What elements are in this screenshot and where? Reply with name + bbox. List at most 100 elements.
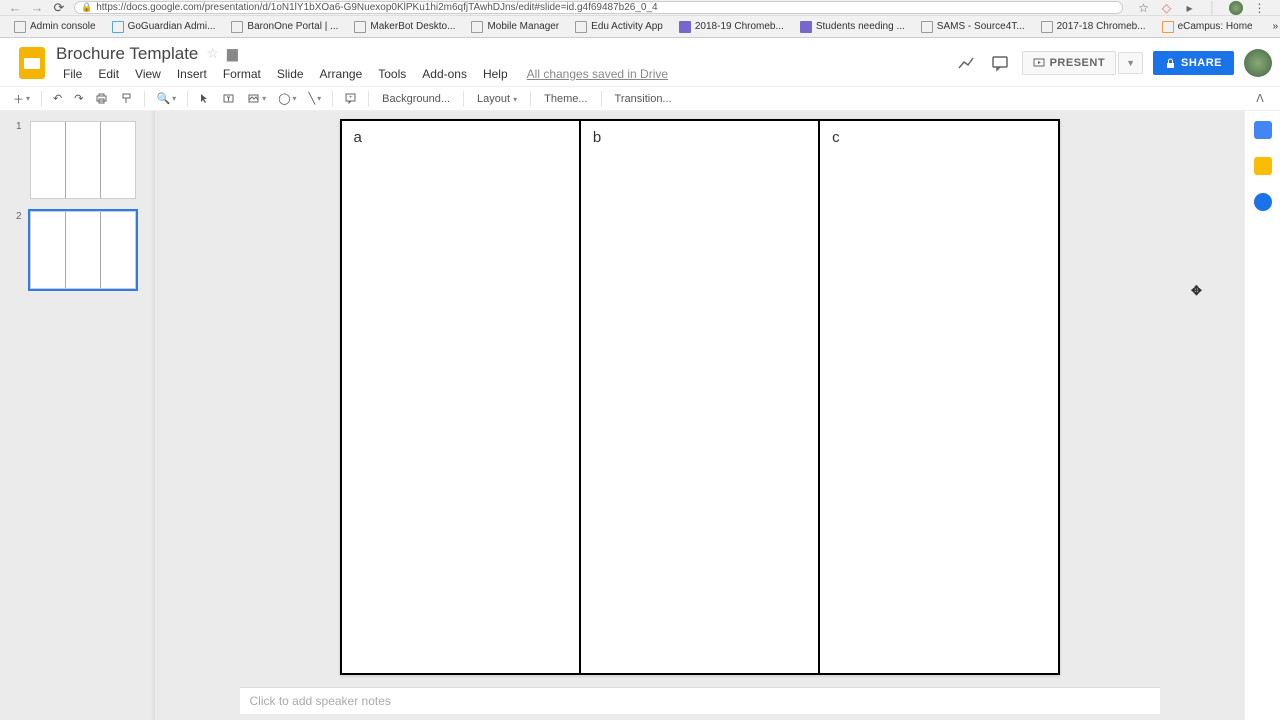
- bookmark-item[interactable]: Mobile Manager: [465, 21, 565, 33]
- page-icon: [1162, 21, 1174, 33]
- star-icon[interactable]: ☆: [1137, 1, 1150, 14]
- slide-thumbnail-2[interactable]: [30, 211, 136, 289]
- toolbar: ＋▾ ↶ ↷ 🔍▾ ▾ ◯▾ ╲▾ + Background... Layout…: [0, 87, 1280, 111]
- menu-insert[interactable]: Insert: [170, 65, 214, 83]
- tasks-icon[interactable]: [1254, 193, 1272, 211]
- present-button[interactable]: PRESENT: [1022, 51, 1116, 75]
- select-tool[interactable]: [194, 90, 215, 107]
- slide-thumbnail-1[interactable]: [30, 121, 136, 199]
- lock-icon: [1165, 58, 1176, 69]
- doc-title[interactable]: Brochure Template: [56, 44, 198, 64]
- play-icon: [1033, 57, 1045, 69]
- slide-column-2[interactable]: b: [581, 121, 820, 673]
- move-cursor-icon: ✥: [1191, 283, 1202, 299]
- chevron-down-icon: ▾: [26, 94, 30, 103]
- undo-button[interactable]: ↶: [48, 89, 67, 108]
- extension-icon-2[interactable]: ▸: [1183, 1, 1196, 14]
- save-status[interactable]: All changes saved in Drive: [517, 65, 678, 83]
- star-icon[interactable]: ☆: [206, 45, 219, 62]
- bookmark-item[interactable]: GoGuardian Admi...: [106, 21, 222, 33]
- folder-icon[interactable]: ▆: [227, 45, 238, 62]
- theme-button[interactable]: Theme...: [537, 90, 594, 108]
- page-icon: [14, 21, 26, 33]
- browser-menu-icon[interactable]: ⋮: [1253, 1, 1266, 14]
- bookmark-item[interactable]: SAMS - Source4T...: [915, 21, 1031, 33]
- page-icon: [354, 21, 366, 33]
- bookmark-item[interactable]: Edu Activity App: [569, 21, 669, 33]
- slide-number: 1: [16, 121, 24, 199]
- browser-avatar[interactable]: [1229, 1, 1243, 15]
- bookmark-item[interactable]: eCampus: Home: [1156, 21, 1259, 33]
- menu-view[interactable]: View: [128, 65, 168, 83]
- slide-column-1[interactable]: a: [342, 121, 581, 673]
- image-tool[interactable]: ▾: [242, 89, 271, 108]
- menu-slide[interactable]: Slide: [270, 65, 311, 83]
- background-button[interactable]: Background...: [375, 90, 457, 108]
- print-button[interactable]: [90, 89, 113, 108]
- chevron-down-icon: ▾: [317, 94, 321, 103]
- comments-icon[interactable]: [988, 51, 1012, 75]
- page-icon: [231, 21, 243, 33]
- menu-tools[interactable]: Tools: [371, 65, 413, 83]
- bookmark-item[interactable]: Students needing ...: [794, 21, 911, 33]
- calendar-icon[interactable]: [1254, 121, 1272, 139]
- page-icon: [1041, 21, 1053, 33]
- side-panel: [1244, 111, 1280, 720]
- svg-text:+: +: [349, 95, 353, 101]
- page-icon: [800, 21, 812, 33]
- page-icon: [575, 21, 587, 33]
- account-avatar[interactable]: [1244, 49, 1272, 77]
- present-dropdown[interactable]: ▼: [1118, 52, 1143, 74]
- explore-icon[interactable]: [954, 51, 978, 75]
- collapse-toolbar-button[interactable]: ᐱ: [1248, 87, 1272, 111]
- menu-format[interactable]: Format: [216, 65, 268, 83]
- chevron-down-icon: ▾: [262, 94, 266, 103]
- back-button[interactable]: ←: [8, 1, 22, 15]
- menu-help[interactable]: Help: [476, 65, 515, 83]
- slide-number: 2: [16, 211, 24, 289]
- textbox-tool[interactable]: [217, 89, 240, 108]
- speaker-notes[interactable]: Click to add speaker notes: [240, 687, 1160, 714]
- slide-canvas[interactable]: a b c: [340, 119, 1060, 675]
- filmstrip: 1 2: [0, 111, 155, 720]
- comment-tool[interactable]: +: [339, 89, 362, 108]
- extension-icon[interactable]: ◇: [1160, 1, 1173, 14]
- menu-addons[interactable]: Add-ons: [415, 65, 474, 83]
- extension-divider: │: [1206, 1, 1219, 14]
- bookmarks-bar: Admin console GoGuardian Admi... BaronOn…: [0, 16, 1280, 38]
- slides-logo[interactable]: [14, 45, 50, 81]
- canvas-area[interactable]: a b c ✥ Click to add speaker notes: [155, 111, 1244, 720]
- zoom-button[interactable]: 🔍▾: [151, 89, 181, 108]
- page-icon: [921, 21, 933, 33]
- keep-icon[interactable]: [1254, 157, 1272, 175]
- menu-edit[interactable]: Edit: [91, 65, 126, 83]
- url-bar[interactable]: 🔒 https://docs.google.com/presentation/d…: [74, 1, 1123, 14]
- chevron-down-icon: ▾: [172, 94, 176, 103]
- new-slide-button[interactable]: ＋▾: [8, 88, 35, 110]
- reload-button[interactable]: ⟳: [52, 1, 66, 15]
- share-button[interactable]: SHARE: [1153, 51, 1234, 75]
- forward-button[interactable]: →: [30, 1, 44, 15]
- menu-file[interactable]: File: [56, 65, 89, 83]
- bookmark-item[interactable]: BaronOne Portal | ...: [225, 21, 344, 33]
- bookmark-item[interactable]: 2018-19 Chromeb...: [673, 21, 790, 33]
- page-icon: [112, 21, 124, 33]
- line-tool[interactable]: ╲▾: [304, 89, 327, 108]
- bookmark-item[interactable]: Admin console: [8, 21, 102, 33]
- chevron-down-icon: ▾: [293, 94, 297, 103]
- chevron-down-icon: ▾: [513, 95, 517, 104]
- paint-format-button[interactable]: [115, 89, 138, 108]
- url-text: https://docs.google.com/presentation/d/1…: [96, 2, 657, 13]
- transition-button[interactable]: Transition...: [608, 90, 679, 108]
- slide-column-3[interactable]: c: [820, 121, 1057, 673]
- redo-button[interactable]: ↷: [69, 89, 88, 108]
- lock-icon: 🔒: [81, 2, 92, 13]
- shape-tool[interactable]: ◯▾: [273, 89, 301, 108]
- bookmark-item[interactable]: 2017-18 Chromeb...: [1035, 21, 1152, 33]
- page-icon: [471, 21, 483, 33]
- bookmarks-overflow[interactable]: »: [1267, 21, 1280, 32]
- layout-button[interactable]: Layout ▾: [470, 90, 524, 108]
- page-icon: [679, 21, 691, 33]
- menu-arrange[interactable]: Arrange: [313, 65, 370, 83]
- bookmark-item[interactable]: MakerBot Deskto...: [348, 21, 461, 33]
